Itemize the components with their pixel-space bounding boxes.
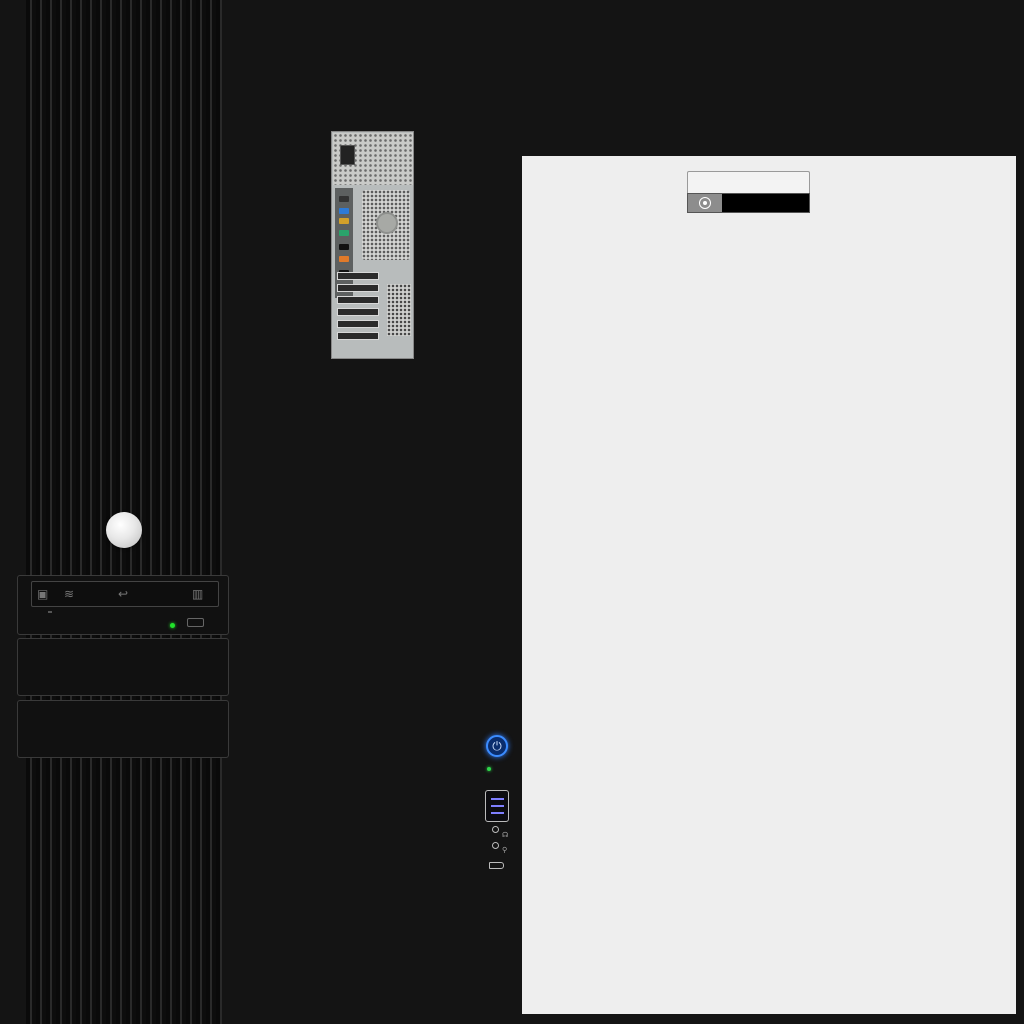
front-panel-knob[interactable] bbox=[106, 512, 142, 548]
usb-port[interactable] bbox=[491, 812, 504, 814]
rear-port bbox=[339, 196, 349, 202]
disc-icon bbox=[699, 197, 711, 209]
disc-tray-slot[interactable] bbox=[687, 193, 810, 213]
firewire-port[interactable] bbox=[489, 862, 504, 869]
rear-port bbox=[339, 208, 349, 214]
drive-rewrite-icon: ↩ bbox=[118, 587, 129, 601]
empty-drive-bay-2[interactable] bbox=[17, 638, 229, 696]
drive-multi-icon: ▥ bbox=[192, 587, 204, 601]
expansion-slot bbox=[337, 332, 379, 340]
power-socket-icon bbox=[340, 145, 355, 165]
rear-port bbox=[339, 244, 349, 250]
drive-activity-led bbox=[170, 623, 175, 628]
headphone-icon: ☊ bbox=[502, 831, 509, 839]
empty-drive-bay-3[interactable] bbox=[17, 700, 229, 758]
hdd-activity-led bbox=[487, 767, 491, 771]
main-panel bbox=[522, 156, 1016, 1014]
front-usb-ports[interactable] bbox=[485, 790, 509, 822]
expansion-slot bbox=[337, 296, 379, 304]
expansion-slot bbox=[337, 272, 379, 280]
expansion-slot bbox=[337, 320, 379, 328]
usb-port[interactable] bbox=[491, 798, 504, 800]
rear-port bbox=[339, 218, 349, 224]
microphone-jack[interactable] bbox=[492, 842, 499, 849]
tower-rear-view[interactable] bbox=[331, 131, 414, 359]
optical-drive-tray[interactable]: ▣ ≋ ↩ ▥ bbox=[31, 581, 219, 607]
eject-button[interactable] bbox=[187, 618, 204, 627]
optical-drive-bay[interactable]: ▣ ≋ ↩ ▥ bbox=[17, 575, 229, 635]
headphone-jack[interactable] bbox=[492, 826, 499, 833]
disc-tray-widget[interactable] bbox=[687, 171, 810, 213]
power-supply-grille bbox=[333, 133, 413, 185]
drive-logo-icon: ▣ bbox=[37, 587, 49, 601]
side-vent-grille bbox=[387, 284, 411, 336]
drive-emergency-eject-hole bbox=[48, 611, 52, 613]
rear-port bbox=[339, 256, 349, 262]
expansion-slot bbox=[337, 308, 379, 316]
usb-port[interactable] bbox=[491, 805, 504, 807]
disc-tray-door[interactable] bbox=[687, 171, 810, 193]
rear-port bbox=[339, 230, 349, 236]
microphone-icon: ⚲ bbox=[502, 846, 508, 854]
fan-hub bbox=[376, 212, 398, 234]
rear-io-ports bbox=[335, 188, 353, 298]
power-button[interactable]: ⏻ bbox=[486, 735, 508, 757]
expansion-slot bbox=[337, 284, 379, 292]
drive-format-icon: ≋ bbox=[64, 587, 75, 601]
disc-tab[interactable] bbox=[688, 194, 722, 212]
